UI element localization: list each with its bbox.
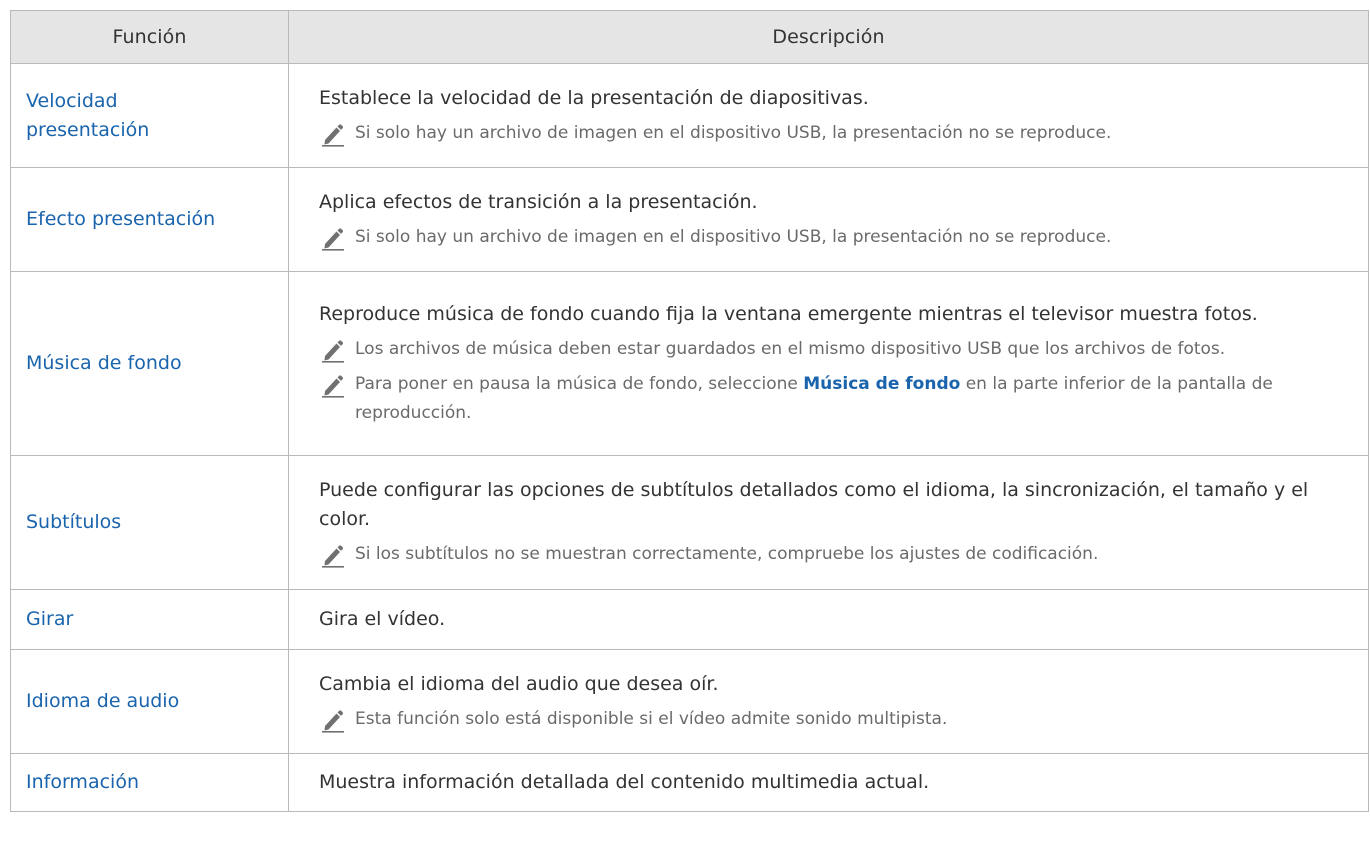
function-name-rotate[interactable]: Girar <box>10 589 289 650</box>
pencil-icon <box>322 227 344 251</box>
note-text-part: Para poner en pausa la música de fondo, … <box>355 373 804 394</box>
function-name-slideshow-speed[interactable]: Velocidad presentación <box>10 63 289 168</box>
function-name-information[interactable]: Información <box>10 753 289 812</box>
table-row: Velocidad presentación Establece la velo… <box>10 63 1369 168</box>
table-row: Girar Gira el vídeo. <box>10 589 1369 650</box>
function-name-slideshow-effect[interactable]: Efecto presentación <box>10 167 289 272</box>
note: Para poner en pausa la música de fondo, … <box>319 370 1360 428</box>
description-cell: Muestra información detallada del conten… <box>288 753 1369 812</box>
note-text: Los archivos de música deben estar guard… <box>355 338 1226 359</box>
pencil-icon <box>322 545 344 568</box>
function-name-subtitles[interactable]: Subtítulos <box>10 455 289 590</box>
pencil-icon <box>322 339 344 363</box>
description-cell: Reproduce música de fondo cuando fija la… <box>288 271 1369 456</box>
table-header-row: Función Descripción <box>10 10 1369 64</box>
function-name-audio-language[interactable]: Idioma de audio <box>10 649 289 754</box>
description-text: Muestra información detallada del conten… <box>319 771 930 793</box>
table-row: Subtítulos Puede configurar las opciones… <box>10 455 1369 590</box>
description-text: Gira el vídeo. <box>319 608 446 630</box>
note: Si solo hay un archivo de imagen en el d… <box>319 223 1360 252</box>
note: Si los subtítulos no se muestran correct… <box>319 540 1360 569</box>
description-text: Reproduce música de fondo cuando fija la… <box>319 302 1258 325</box>
description-cell: Aplica efectos de transición a la presen… <box>288 167 1369 272</box>
description-cell: Establece la velocidad de la presentació… <box>288 63 1369 168</box>
table-row: Efecto presentación Aplica efectos de tr… <box>10 167 1369 272</box>
note: Si solo hay un archivo de imagen en el d… <box>319 119 1360 148</box>
note-text: Esta función solo está disponible si el … <box>355 708 948 729</box>
function-name-line: Velocidad <box>26 89 118 112</box>
note-text: Para poner en pausa la música de fondo, … <box>355 370 1360 428</box>
note-text: Si los subtítulos no se muestran correct… <box>355 544 1099 564</box>
description-text: Cambia el idioma del audio que desea oír… <box>319 672 719 695</box>
table-row: Información Muestra información detallad… <box>10 753 1369 812</box>
table-row: Idioma de audio Cambia el idioma del aud… <box>10 649 1369 754</box>
description-cell: Cambia el idioma del audio que desea oír… <box>288 649 1369 754</box>
header-description: Descripción <box>288 10 1369 64</box>
note: Esta función solo está disponible si el … <box>319 705 1360 734</box>
note: Los archivos de música deben estar guard… <box>319 335 1360 364</box>
description-cell: Puede configurar las opciones de subtítu… <box>288 455 1369 590</box>
pencil-icon <box>322 374 344 398</box>
function-name-background-music[interactable]: Música de fondo <box>10 271 289 456</box>
background-music-link[interactable]: Música de fondo <box>803 374 960 394</box>
note-text: Si solo hay un archivo de imagen en el d… <box>355 226 1112 247</box>
pencil-icon <box>322 709 344 733</box>
note-text: Si solo hay un archivo de imagen en el d… <box>355 122 1112 143</box>
function-table-container: Función Descripción Velocidad presentaci… <box>10 10 1369 812</box>
description-text: Aplica efectos de transición a la presen… <box>319 190 758 213</box>
function-name-line: presentación <box>26 118 150 141</box>
pencil-icon <box>322 123 344 147</box>
table-row: Música de fondo Reproduce música de fond… <box>10 271 1369 456</box>
description-cell: Gira el vídeo. <box>288 589 1369 650</box>
function-table: Función Descripción Velocidad presentaci… <box>10 10 1369 812</box>
header-function: Función <box>10 10 289 64</box>
description-text: Establece la velocidad de la presentació… <box>319 86 869 109</box>
description-text: Puede configurar las opciones de subtítu… <box>319 479 1309 530</box>
